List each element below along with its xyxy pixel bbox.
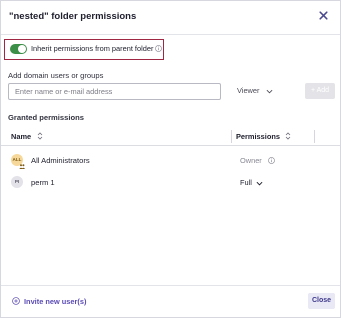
- chevron-down-icon: [266, 89, 273, 94]
- permissions-dialog: "nested" folder permissions Inherit perm…: [0, 0, 341, 318]
- role-select[interactable]: Viewer: [237, 85, 277, 98]
- role-select-value: Viewer: [237, 86, 260, 95]
- info-icon[interactable]: [268, 157, 275, 164]
- permission-value: Full: [240, 178, 252, 187]
- table-row: PI perm 1 Full: [1, 172, 340, 194]
- plus-circle-icon: [12, 297, 20, 305]
- table-row: ALL All Administrators Owner: [1, 150, 340, 172]
- granted-permissions-label: Granted permissions: [8, 113, 84, 122]
- permissions-table-header: Name Permissions: [1, 129, 340, 146]
- column-divider[interactable]: [314, 130, 315, 143]
- group-icon: [19, 164, 25, 169]
- info-icon[interactable]: [155, 45, 162, 52]
- dialog-title: "nested" folder permissions: [9, 11, 137, 22]
- close-button[interactable]: Close: [308, 293, 335, 309]
- inherit-permissions-toggle[interactable]: [10, 44, 27, 54]
- inherit-permissions-label: Inherit permissions from parent folder: [31, 44, 154, 53]
- column-header-permissions[interactable]: Permissions: [236, 132, 280, 141]
- permission-select[interactable]: Full: [240, 175, 268, 189]
- row-name: perm 1: [31, 178, 55, 187]
- permission-value: Owner: [240, 156, 262, 165]
- close-icon[interactable]: [318, 10, 329, 21]
- avatar: PI: [11, 176, 23, 188]
- inherit-permissions-row: Inherit permissions from parent folder: [4, 39, 164, 60]
- user-search-input[interactable]: [8, 83, 221, 100]
- row-name: All Administrators: [31, 156, 90, 165]
- invite-users-label: Invite new user(s): [24, 297, 87, 306]
- chevron-down-icon: [256, 181, 263, 186]
- column-divider[interactable]: [231, 130, 232, 143]
- add-button[interactable]: + Add: [305, 83, 335, 99]
- column-header-name[interactable]: Name: [11, 132, 31, 141]
- dialog-footer: Invite new user(s) Close: [1, 285, 340, 317]
- add-users-label: Add domain users or groups: [8, 71, 104, 80]
- sort-icon[interactable]: [285, 132, 291, 140]
- dialog-header: "nested" folder permissions: [1, 1, 340, 35]
- sort-icon[interactable]: [37, 132, 43, 140]
